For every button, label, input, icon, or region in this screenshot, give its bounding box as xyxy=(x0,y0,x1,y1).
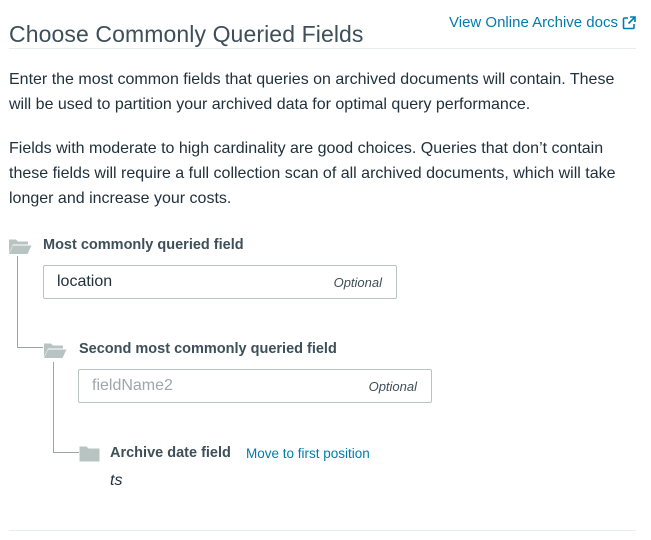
folder-open-icon xyxy=(44,343,67,358)
second-field-input[interactable] xyxy=(92,377,342,395)
tree-line xyxy=(53,452,79,453)
folder-open-icon xyxy=(9,239,32,254)
header: Choose Commonly Queried Fields View Onli… xyxy=(9,0,636,49)
move-to-first-position-link[interactable]: Move to first position xyxy=(246,446,370,461)
first-field-box: Optional xyxy=(43,265,397,299)
second-field-optional-hint: Optional xyxy=(368,379,417,394)
tree-line xyxy=(53,362,54,452)
date-field-value: ts xyxy=(110,472,123,489)
tree-line xyxy=(17,256,18,347)
first-field-optional-hint: Optional xyxy=(333,275,382,290)
docs-link[interactable]: View Online Archive docs xyxy=(449,14,636,31)
divider xyxy=(9,530,636,531)
intro-paragraph-1: Enter the most common fields that querie… xyxy=(9,71,615,113)
page-title: Choose Commonly Queried Fields xyxy=(9,21,364,48)
second-field-box: Optional xyxy=(78,369,432,403)
external-link-icon xyxy=(622,15,636,29)
second-field-label: Second most commonly queried field xyxy=(79,341,337,357)
docs-link-label: View Online Archive docs xyxy=(449,14,618,31)
first-field-input[interactable] xyxy=(57,273,307,291)
first-field-label: Most commonly queried field xyxy=(43,237,244,253)
intro-paragraph-2: Fields with moderate to high cardinality… xyxy=(9,140,616,207)
date-field-label: Archive date field xyxy=(110,445,231,461)
folder-closed-icon xyxy=(79,446,100,462)
tree-line xyxy=(17,347,43,348)
